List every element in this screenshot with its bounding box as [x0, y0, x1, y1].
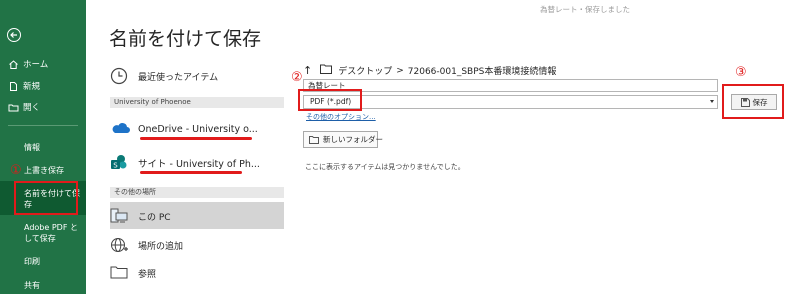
empty-folder-message: ここに表示するアイテムは見つかりませんでした。: [305, 163, 465, 171]
new-folder-label: 新しいフォルダー: [323, 135, 383, 144]
annotation-marker-3: ③: [735, 65, 747, 80]
new-document-icon: [8, 81, 19, 92]
filename-input[interactable]: 為替レート: [303, 79, 718, 92]
open-folder-icon: [8, 102, 19, 113]
more-options-link[interactable]: その他のオプション...: [306, 112, 376, 122]
location-this-pc[interactable]: この PC: [110, 203, 171, 229]
page-title: 名前を付けて保存: [109, 28, 262, 50]
annotation-box-1: [14, 181, 78, 215]
annotation-marker-1: ①: [10, 163, 22, 178]
window-title: 為替レート・保存しました: [540, 5, 630, 14]
nav-new[interactable]: 新規: [8, 78, 40, 94]
location-add-place[interactable]: 場所の追加: [110, 232, 183, 258]
breadcrumb-separator: >: [396, 65, 404, 76]
location-recent[interactable]: 最近使ったアイテム: [110, 63, 218, 89]
location-add-place-label: 場所の追加: [138, 241, 184, 252]
filetype-select[interactable]: PDF (*.pdf): [303, 95, 718, 109]
annotation-box-3: [722, 84, 784, 119]
location-recent-label: 最近使ったアイテム: [138, 72, 219, 83]
location-onedrive-label: OneDrive - University o...: [138, 123, 258, 135]
nav-new-label: 新規: [23, 82, 41, 92]
onedrive-cloud-icon: [110, 120, 130, 138]
nav-save-adobe-pdf[interactable]: Adobe PDF として保存: [24, 222, 84, 244]
nav-open-label: 開く: [23, 103, 41, 113]
folder-open-icon: [320, 64, 333, 77]
svg-text:S: S: [113, 162, 118, 170]
annotation-marker-2: ②: [291, 70, 303, 85]
section-org: University of Phoenoe: [110, 97, 284, 108]
location-this-pc-label: この PC: [138, 212, 171, 223]
nav-share[interactable]: 共有: [24, 280, 40, 291]
home-icon: [8, 59, 19, 70]
clock-icon: [110, 67, 128, 85]
section-other: その他の場所: [110, 187, 284, 198]
breadcrumb-desktop[interactable]: デスクトップ: [338, 64, 392, 77]
nav-divider: [8, 125, 78, 126]
nav-print[interactable]: 印刷: [24, 256, 40, 267]
nav-info[interactable]: 情報: [24, 142, 40, 153]
computer-icon: [110, 207, 128, 225]
location-sites-label: サイト - University of Ph...: [138, 159, 260, 170]
location-browse[interactable]: 参照: [110, 260, 156, 286]
globe-plus-icon: [110, 236, 128, 254]
location-browse-label: 参照: [138, 269, 157, 280]
nav-home[interactable]: ホーム: [8, 56, 48, 72]
back-arrow-icon[interactable]: [7, 28, 21, 42]
up-arrow-icon[interactable]: ↑: [303, 64, 312, 77]
folder-icon: [110, 264, 128, 282]
new-folder-icon: [309, 135, 319, 144]
annotation-box-2: [298, 89, 362, 111]
backstage-nav: ホーム 新規 開く 情報 上書き保存 名前を付けて保存 Adobe PDF とし…: [0, 0, 86, 294]
new-folder-button[interactable]: 新しいフォルダー: [303, 131, 383, 148]
nav-open[interactable]: 開く: [8, 99, 40, 115]
breadcrumb: ↑ デスクトップ > 72066-001_SBPS本番環境接続情報: [303, 64, 556, 77]
chevron-down-icon: [710, 100, 714, 103]
redaction-mark-onedrive: [140, 137, 252, 140]
sharepoint-sites-icon: S: [110, 154, 128, 172]
nav-home-label: ホーム: [23, 60, 49, 70]
breadcrumb-folder[interactable]: 72066-001_SBPS本番環境接続情報: [408, 64, 557, 77]
nav-save[interactable]: 上書き保存: [24, 165, 64, 176]
redaction-mark-sites: [140, 171, 242, 174]
